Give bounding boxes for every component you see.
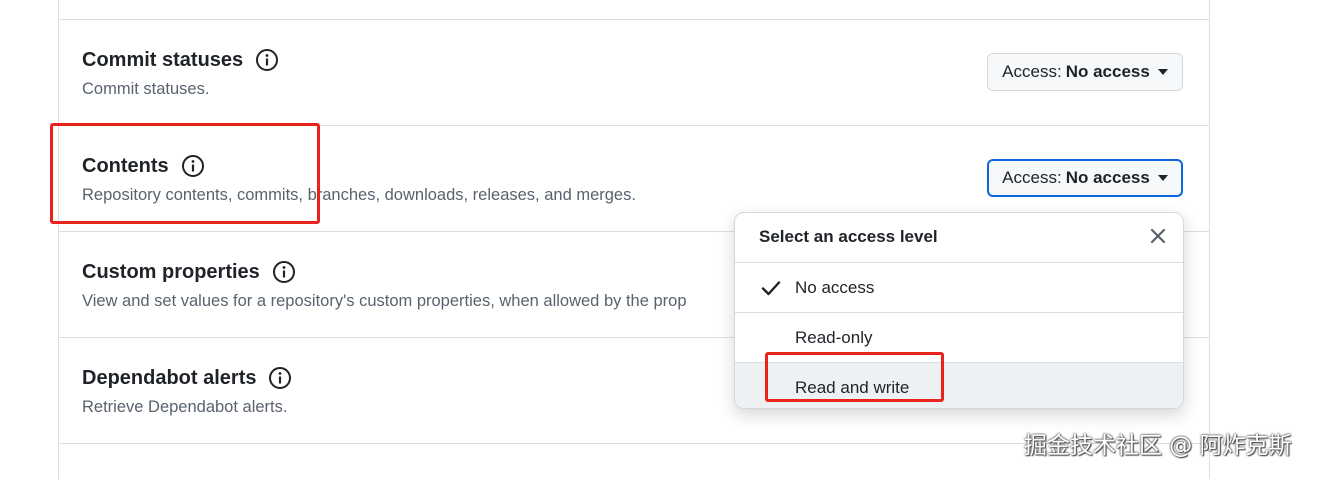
menu-header: Select an access level xyxy=(735,213,1183,263)
check-icon xyxy=(761,281,781,296)
menu-title: Select an access level xyxy=(759,227,938,246)
access-level-button[interactable]: Access: No access xyxy=(987,53,1183,91)
permission-title: Commit statuses xyxy=(82,48,279,72)
access-level-button[interactable]: Access: No access xyxy=(987,159,1183,197)
permission-description: Commit statuses. xyxy=(82,80,210,98)
permission-title: Dependabot alerts xyxy=(82,366,292,390)
permission-description: Retrieve Dependabot alerts. xyxy=(82,398,288,416)
caret-down-icon xyxy=(1157,175,1168,181)
watermark: 掘金技术社区 @ 阿炸克斯 xyxy=(1024,433,1292,459)
close-icon[interactable] xyxy=(1149,227,1167,245)
info-icon[interactable] xyxy=(268,366,292,390)
annotation-box-contents xyxy=(50,123,320,224)
annotation-box-read-and-write xyxy=(765,352,944,402)
info-icon[interactable] xyxy=(272,260,296,284)
permission-title: Custom properties xyxy=(82,260,296,284)
info-icon[interactable] xyxy=(255,48,279,72)
permission-description: View and set values for a repository's c… xyxy=(82,292,687,310)
permission-row-commit-statuses: Commit statuses Commit statuses. Access:… xyxy=(59,19,1209,126)
menu-option-no-access[interactable]: No access xyxy=(735,263,1183,313)
caret-down-icon xyxy=(1157,69,1168,75)
